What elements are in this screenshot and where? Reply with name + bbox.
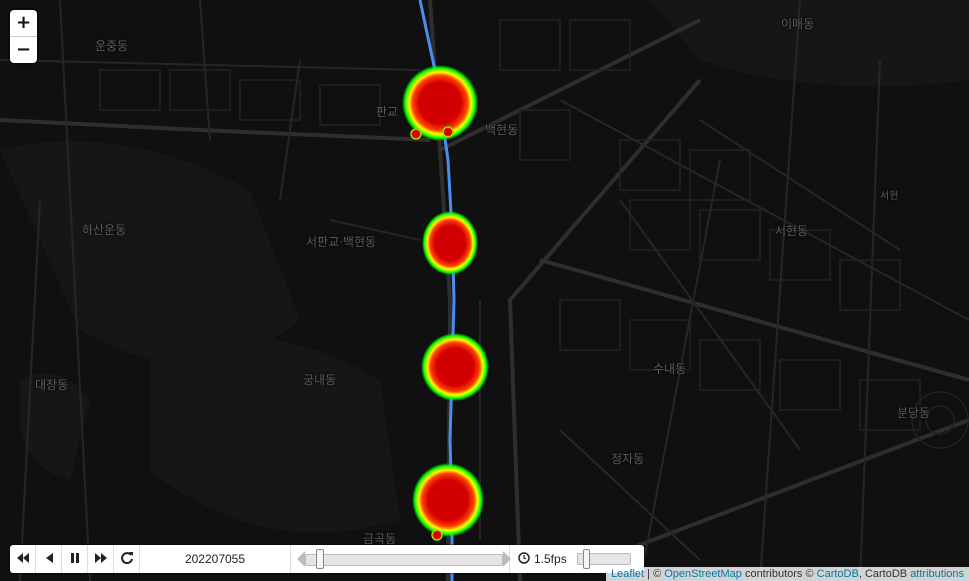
label-seohyeon-dong: 서현동 (775, 224, 809, 238)
label-seopangyo-baekhyeon: 서판교·백현동 (306, 235, 377, 249)
label-seohyeon: 서현 (880, 191, 899, 202)
skip-forward-icon (94, 552, 108, 567)
label-gungnae-dong: 궁내동 (303, 373, 337, 387)
step-back-icon (44, 552, 54, 567)
zoom-in-button[interactable]: + (10, 10, 37, 36)
attribution-contrib: contributors © (741, 568, 817, 580)
label-unjung-dong: 운중동 (95, 39, 129, 53)
slider-right-cap (503, 551, 511, 567)
label-baekhyeon-dong: 백현동 (485, 123, 519, 137)
clock-icon (518, 551, 530, 567)
label-jeongja-dong: 정자동 (611, 452, 645, 466)
label-iimae-dong: 이매동 (781, 17, 815, 31)
label-bundang-dong: 분당동 (897, 406, 931, 420)
skip-back-icon (16, 552, 30, 567)
attribution-sep: | © (644, 568, 665, 580)
heat-cluster-4 (412, 463, 484, 541)
time-slider-thumb[interactable] (316, 549, 325, 569)
label-hasanun-dong: 하산운동 (82, 223, 127, 237)
zoom-out-button[interactable]: − (10, 36, 37, 63)
label-sunae-dong: 수내동 (653, 362, 687, 376)
time-slider-rail (305, 554, 503, 566)
basemap (0, 0, 969, 581)
current-time-display: 202207055 (140, 545, 291, 573)
pause-icon (70, 552, 80, 567)
cartodb-link[interactable]: CartoDB (817, 568, 859, 580)
time-slider[interactable] (297, 545, 511, 573)
heat-cluster-1 (402, 65, 478, 141)
osm-link[interactable]: OpenStreetMap (664, 568, 742, 580)
timedimension-control: 202207055 1.5fps (10, 545, 644, 573)
loop-button[interactable] (114, 545, 140, 573)
refresh-icon (120, 551, 134, 568)
slider-left-cap (297, 551, 305, 567)
speed-slider[interactable] (576, 549, 631, 569)
label-daejang-dong: 대장동 (35, 378, 69, 392)
heat-cluster-2 (422, 211, 478, 275)
label-pangyo: 판교 (376, 105, 399, 119)
heat-cluster-3 (421, 333, 489, 401)
step-back-button[interactable] (36, 545, 62, 573)
attribution-carto2: , CartoDB (858, 568, 911, 580)
skip-forward-button[interactable] (88, 545, 114, 573)
map-canvas[interactable]: 이매동 운중동 판교 백현동 서현 하산운동 서판교·백현동 서현동 대장동 궁… (0, 0, 969, 581)
fps-label: 1.5fps (534, 552, 567, 566)
leaflet-link[interactable]: Leaflet (611, 568, 644, 580)
zoom-control: + − (10, 10, 37, 63)
speed-slider-thumb[interactable] (583, 549, 591, 569)
map-attribution: Leaflet | © OpenStreetMap contributors ©… (606, 567, 969, 581)
skip-back-button[interactable] (10, 545, 36, 573)
pause-button[interactable] (62, 545, 88, 573)
attributions-link[interactable]: attributions (910, 568, 964, 580)
